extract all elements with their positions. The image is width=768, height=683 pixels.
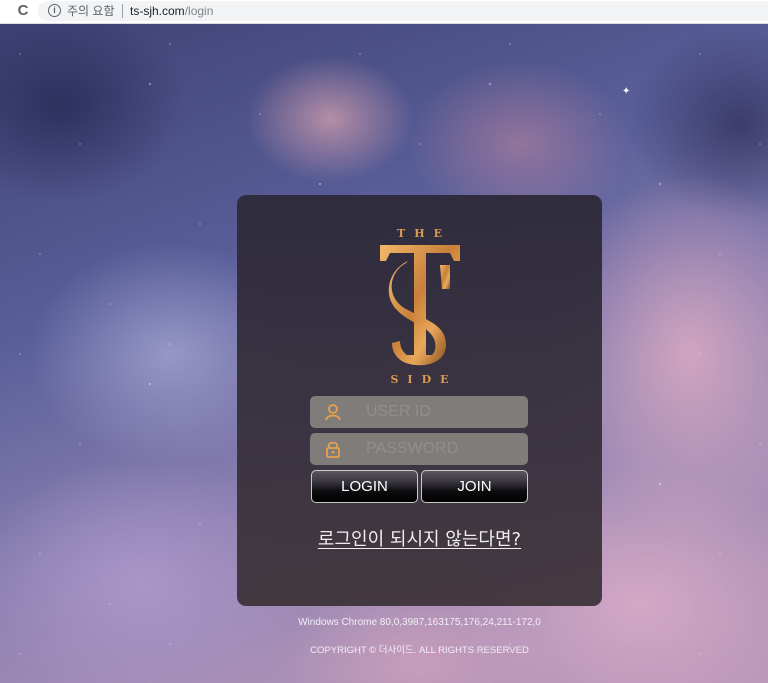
logo-top-text: THE — [397, 227, 451, 240]
copyright-text: COPYRIGHT © 더사이드. ALL RIGHTS RESERVED — [310, 645, 529, 656]
login-card: THE SIDE USER ID LOGIN JOIN 로그인이 되시지 않는다… — [237, 195, 602, 606]
back-arrow-icon[interactable]: ‹ — [0, 3, 6, 19]
lock-icon — [326, 441, 340, 458]
info-circle-icon[interactable]: i — [48, 4, 61, 17]
url-host: ts-sjh.com — [130, 4, 185, 18]
user-icon — [325, 404, 341, 421]
login-button[interactable]: LOGIN — [311, 470, 418, 503]
ts-monogram-icon — [380, 245, 460, 366]
security-warning-label[interactable]: 주의 요함 — [67, 3, 115, 19]
bright-star-icon: ✦ — [622, 86, 631, 97]
reload-icon[interactable]: C — [14, 2, 32, 20]
url-text[interactable]: ts-sjh.com/login — [130, 3, 213, 19]
logo-bottom-text: SIDE — [390, 373, 458, 386]
user-id-input[interactable] — [366, 396, 521, 428]
forgot-login-container: 로그인이 되시지 않는다면? — [237, 525, 602, 551]
address-bar[interactable]: i 주의 요함 ts-sjh.com/login — [38, 1, 768, 21]
the-side-logo: THE SIDE — [372, 225, 467, 390]
url-path: /login — [184, 4, 214, 18]
join-button[interactable]: JOIN — [421, 470, 528, 503]
browser-toolbar: ‹ C i 주의 요함 ts-sjh.com/login — [0, 0, 768, 24]
forgot-login-link[interactable]: 로그인이 되시지 않는다면? — [318, 529, 521, 550]
address-separator — [122, 4, 123, 18]
browser-version-text: Windows Chrome 80,0,3987,163175,176,24,2… — [298, 617, 541, 628]
user-id-field[interactable] — [310, 396, 528, 428]
password-field[interactable] — [310, 433, 528, 465]
password-input[interactable] — [366, 433, 521, 465]
